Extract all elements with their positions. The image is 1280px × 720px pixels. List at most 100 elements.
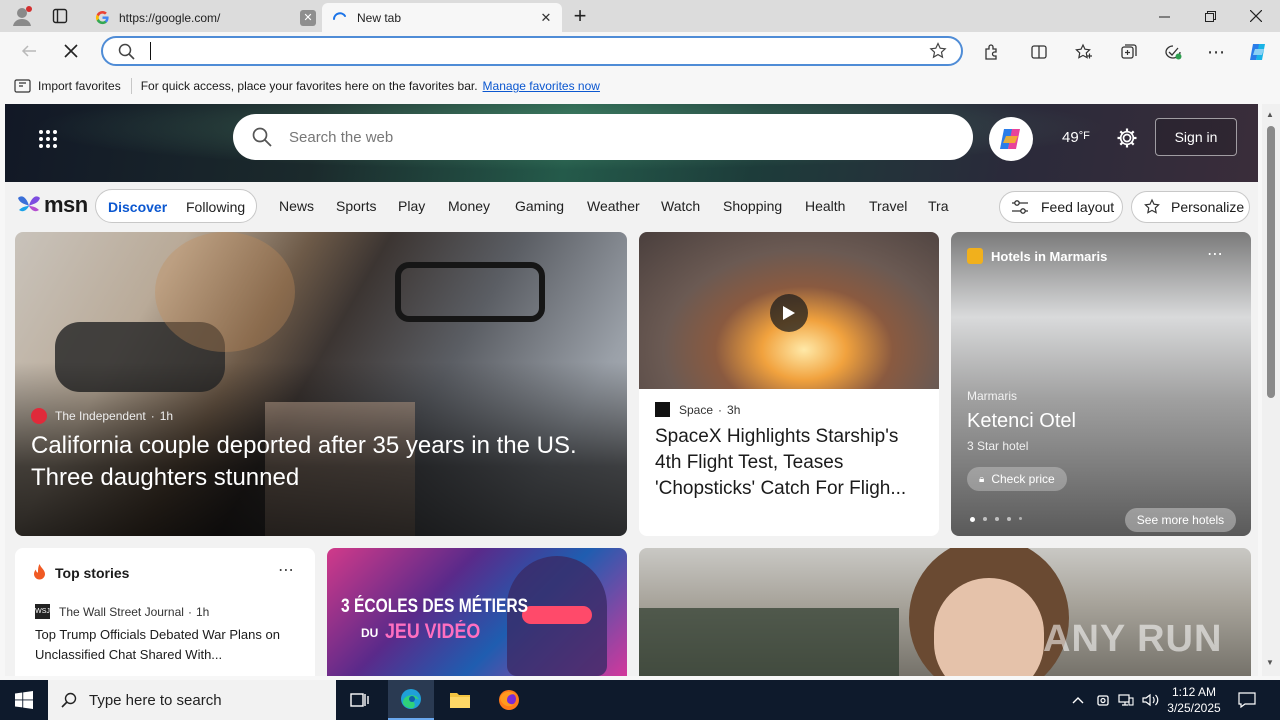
carousel-dot[interactable]: [983, 517, 987, 521]
temperature-value: 49: [1062, 129, 1079, 146]
scrollbar-thumb[interactable]: [1267, 126, 1275, 398]
task-view-icon[interactable]: [338, 680, 382, 720]
taskbar-search-box[interactable]: Type here to search: [48, 680, 336, 720]
see-more-hotels-button[interactable]: See more hotels: [1125, 508, 1236, 532]
profile-icon[interactable]: [8, 4, 36, 28]
file-explorer-icon[interactable]: [437, 680, 483, 720]
meet-now-icon[interactable]: [1092, 680, 1114, 720]
carousel-dots[interactable]: [970, 517, 1022, 522]
chevron-up-icon[interactable]: [1066, 680, 1090, 720]
carousel-dot[interactable]: [1007, 517, 1011, 521]
split-screen-icon[interactable]: [1027, 40, 1051, 64]
carousel-dot[interactable]: [995, 517, 999, 521]
nav-news[interactable]: News: [279, 198, 314, 214]
close-tab-icon[interactable]: ✕: [536, 8, 556, 28]
copilot-icon[interactable]: [1245, 39, 1271, 65]
address-bar[interactable]: [101, 36, 963, 66]
edge-taskbar-icon[interactable]: [388, 680, 434, 720]
volume-icon[interactable]: [1139, 680, 1163, 720]
network-icon[interactable]: [1115, 680, 1137, 720]
copilot-button[interactable]: [989, 117, 1033, 161]
tab-title: https://google.com/: [119, 10, 221, 25]
collections-icon[interactable]: [1117, 40, 1141, 64]
copilot-icon: [1000, 129, 1020, 149]
feed-tab-group: Discover Following: [95, 189, 257, 223]
system-clock[interactable]: 1:12 AM 3/25/2025: [1164, 680, 1224, 720]
carousel-dot[interactable]: [1019, 517, 1022, 520]
tab-discover[interactable]: Discover: [108, 199, 167, 215]
nav-watch[interactable]: Watch: [661, 198, 700, 214]
close-window-button[interactable]: [1233, 0, 1279, 32]
nav-health[interactable]: Health: [805, 198, 845, 214]
manage-favorites-link[interactable]: Manage favorites now: [483, 79, 600, 93]
spacex-story-card[interactable]: Space · 3h SpaceX Highlights Starship's …: [639, 232, 939, 536]
nav-sports[interactable]: Sports: [336, 198, 376, 214]
notifications-icon[interactable]: [1232, 680, 1262, 720]
stop-loading-icon[interactable]: [58, 38, 84, 64]
hotel-name[interactable]: Ketenci Otel: [967, 410, 1076, 433]
firefox-icon[interactable]: [486, 680, 532, 720]
scroll-down-icon[interactable]: ▼: [1266, 658, 1274, 667]
browser-essentials-icon[interactable]: [1161, 40, 1185, 64]
import-favorites-button[interactable]: Import favorites: [14, 79, 121, 93]
new-tab-button[interactable]: +: [568, 3, 592, 28]
minimize-button[interactable]: [1141, 0, 1187, 32]
story-headline[interactable]: California couple deported after 35 year…: [31, 430, 611, 494]
msn-butterfly-icon: [18, 196, 40, 212]
nav-traffic[interactable]: Tra: [928, 198, 950, 214]
game-school-ad-card[interactable]: 3 ÉCOLES DES MÉTIERS DU JEU VIDÉO: [327, 548, 627, 676]
extensions-icon[interactable]: [980, 40, 1004, 64]
sign-in-button[interactable]: Sign in: [1155, 118, 1237, 156]
favorite-star-icon[interactable]: [929, 42, 947, 65]
story-headline[interactable]: Top Trump Officials Debated War Plans on…: [35, 625, 297, 665]
play-video-icon[interactable]: [770, 294, 808, 332]
feed-layout-button[interactable]: Feed layout: [999, 191, 1123, 223]
more-menu-icon[interactable]: ⋯: [1204, 40, 1228, 64]
settings-gear-icon[interactable]: [1116, 127, 1138, 154]
close-tab-icon[interactable]: ✕: [300, 9, 316, 26]
nav-gaming[interactable]: Gaming: [515, 198, 564, 214]
google-icon: [94, 10, 110, 26]
restore-button[interactable]: [1187, 0, 1233, 32]
msn-logo[interactable]: msn: [16, 192, 88, 218]
nav-travel[interactable]: Travel: [869, 198, 907, 214]
vertical-scrollbar[interactable]: ▲ ▼: [1262, 104, 1280, 676]
more-options-icon[interactable]: ⋯: [1207, 244, 1223, 264]
story-image-glasses: [395, 262, 545, 322]
msn-logo-text: msn: [44, 192, 88, 217]
tab-following[interactable]: Following: [186, 199, 245, 215]
story-headline[interactable]: SpaceX Highlights Starship's 4th Flight …: [655, 424, 927, 502]
main-story-card[interactable]: The Independent · 1h California couple d…: [15, 232, 627, 536]
weather-temp[interactable]: 49 °F: [1062, 129, 1090, 146]
nav-money[interactable]: Money: [448, 198, 490, 214]
top-stories-card: Top stories ⋯ WSJ The Wall Street Journa…: [15, 548, 315, 676]
windows-taskbar: Type here to search 1:12 AM 3/25/2025: [0, 680, 1280, 720]
rocket-launch-image: [639, 232, 939, 389]
nav-play[interactable]: Play: [398, 198, 425, 214]
tab-strip: https://google.com/ ✕ New tab ✕ +: [0, 0, 1280, 32]
nav-shopping[interactable]: Shopping: [723, 198, 782, 214]
favorites-icon[interactable]: [1072, 40, 1096, 64]
hero-banner: Search the web 49 °F Sign in: [5, 104, 1258, 182]
start-button[interactable]: [0, 680, 48, 720]
search-icon: [61, 692, 77, 708]
tab-new-tab[interactable]: New tab ✕: [322, 3, 562, 32]
apps-launcher-icon[interactable]: [38, 129, 58, 154]
ad-text-line2: DU: [361, 626, 379, 640]
large-photo-story-card[interactable]: ANY RUN: [639, 548, 1251, 676]
scroll-up-icon[interactable]: ▲: [1266, 110, 1274, 119]
more-options-icon[interactable]: ⋯: [278, 560, 294, 580]
web-search-input[interactable]: Search the web: [289, 129, 393, 146]
personalize-button[interactable]: Personalize: [1131, 191, 1250, 223]
taskbar-search-input[interactable]: Type here to search: [89, 692, 222, 709]
check-price-button[interactable]: 🔒︎ Check price: [967, 467, 1067, 491]
nav-weather[interactable]: Weather: [587, 198, 640, 214]
tab-title: New tab: [357, 10, 402, 25]
back-icon[interactable]: [16, 38, 42, 64]
tab-google[interactable]: https://google.com/ ✕: [84, 3, 320, 32]
tab-actions-icon[interactable]: [48, 5, 72, 27]
web-search-box[interactable]: Search the web: [233, 114, 973, 160]
hotel-card[interactable]: Hotels in Marmaris ⋯ Marmaris Ketenci Ot…: [951, 232, 1251, 536]
import-icon: [14, 79, 31, 93]
carousel-dot[interactable]: [970, 517, 975, 522]
